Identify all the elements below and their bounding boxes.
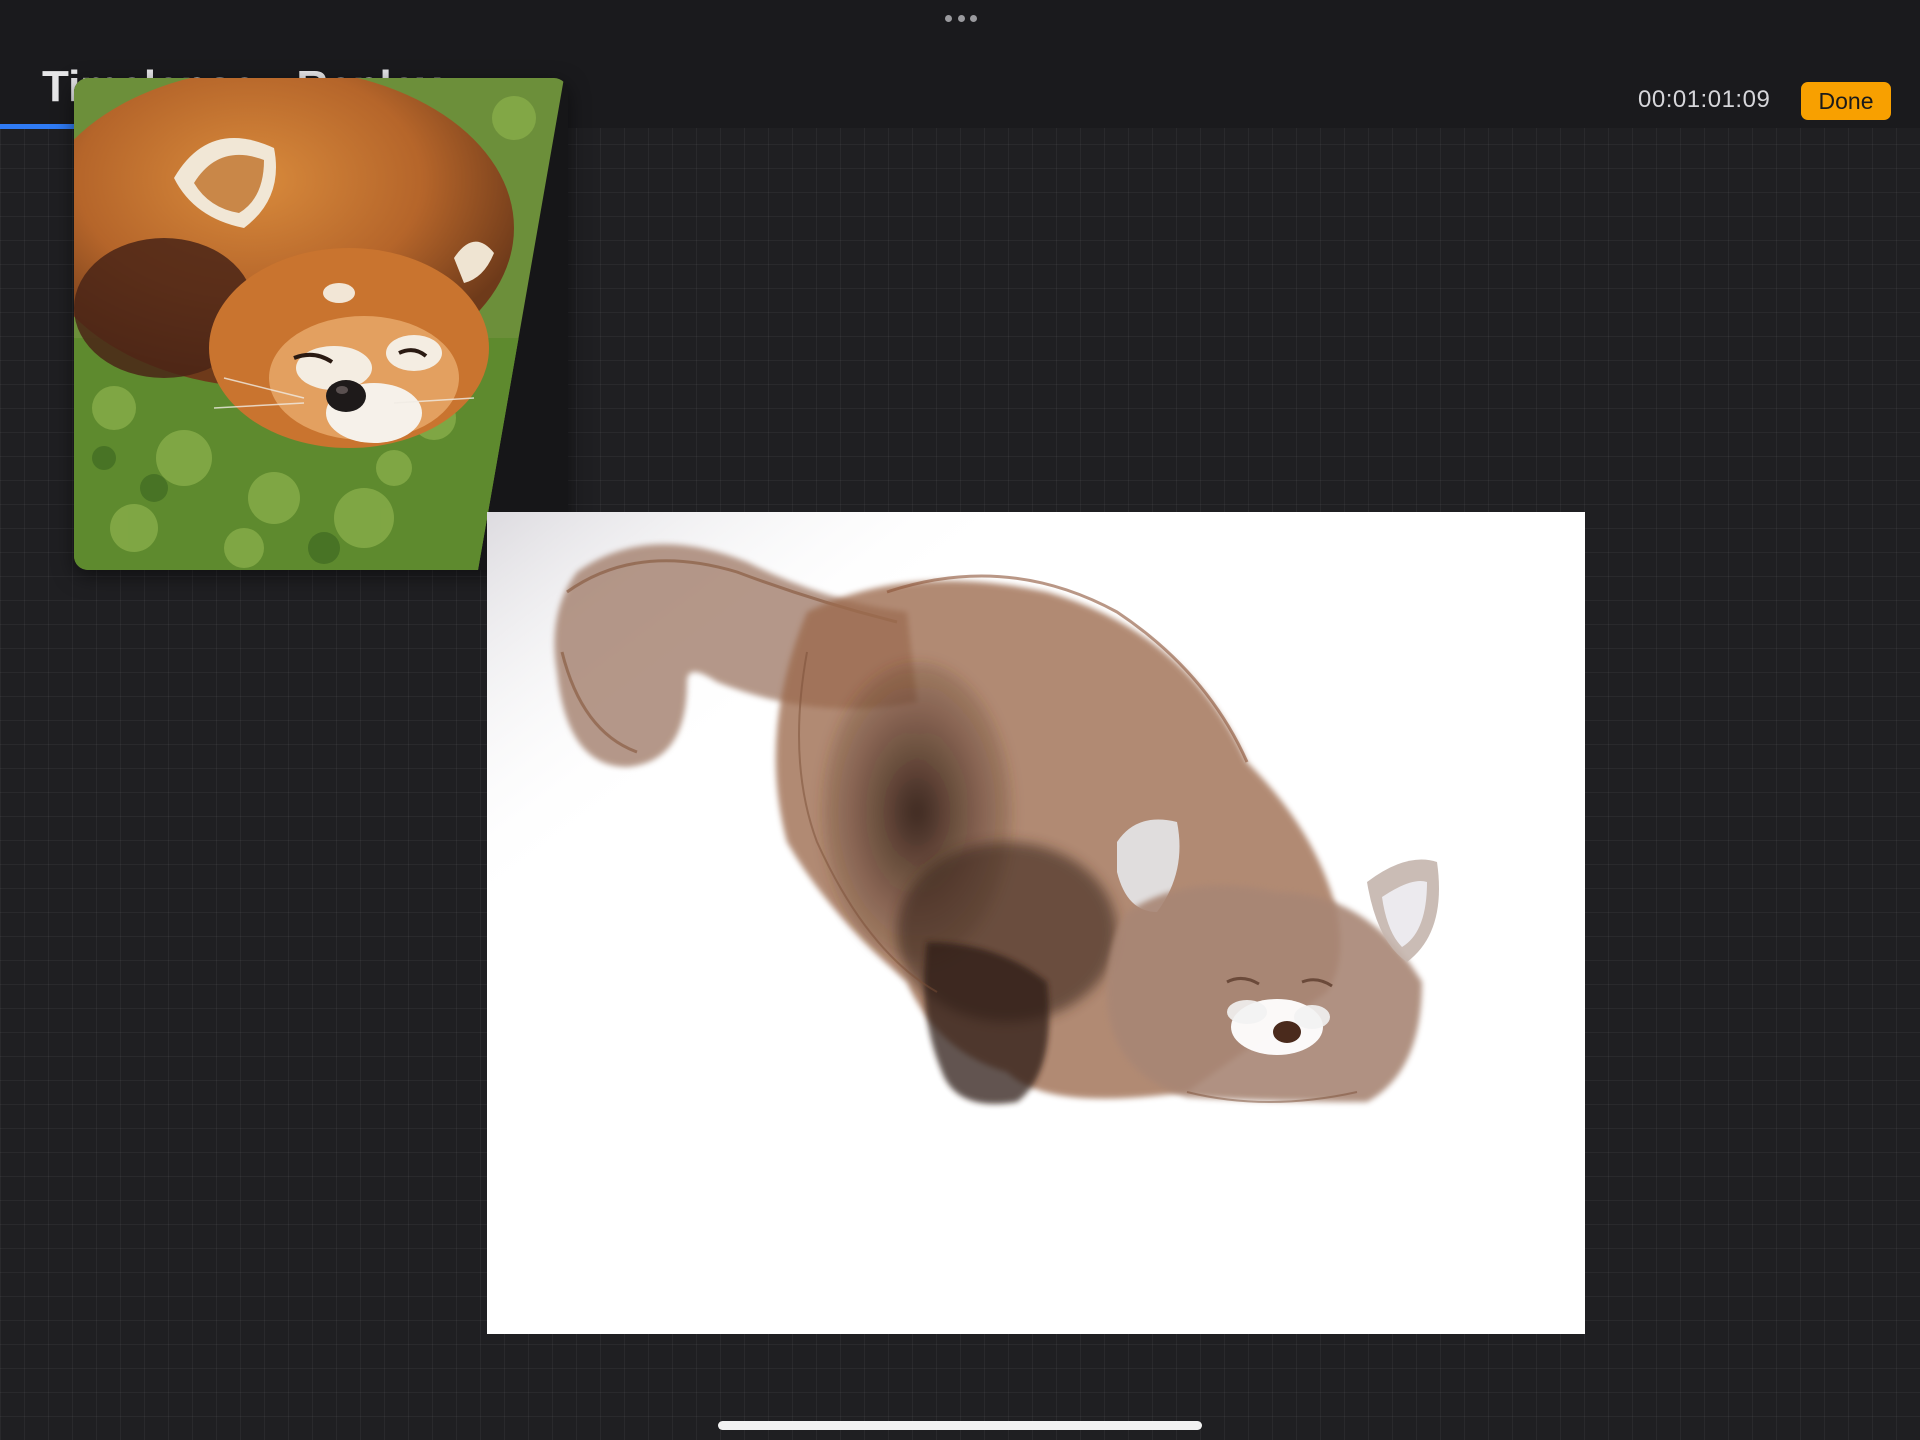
more-options-icon[interactable]: [945, 12, 977, 24]
reference-photo-red-panda: [74, 78, 564, 570]
home-indicator[interactable]: [718, 1421, 1202, 1430]
timelapse-timecode: 00:01:01:09: [1638, 86, 1771, 113]
red-panda-sketch: [487, 512, 1585, 1334]
reference-image-panel[interactable]: [74, 78, 568, 570]
drawing-canvas[interactable]: [487, 512, 1585, 1334]
done-button[interactable]: Done: [1801, 82, 1891, 120]
